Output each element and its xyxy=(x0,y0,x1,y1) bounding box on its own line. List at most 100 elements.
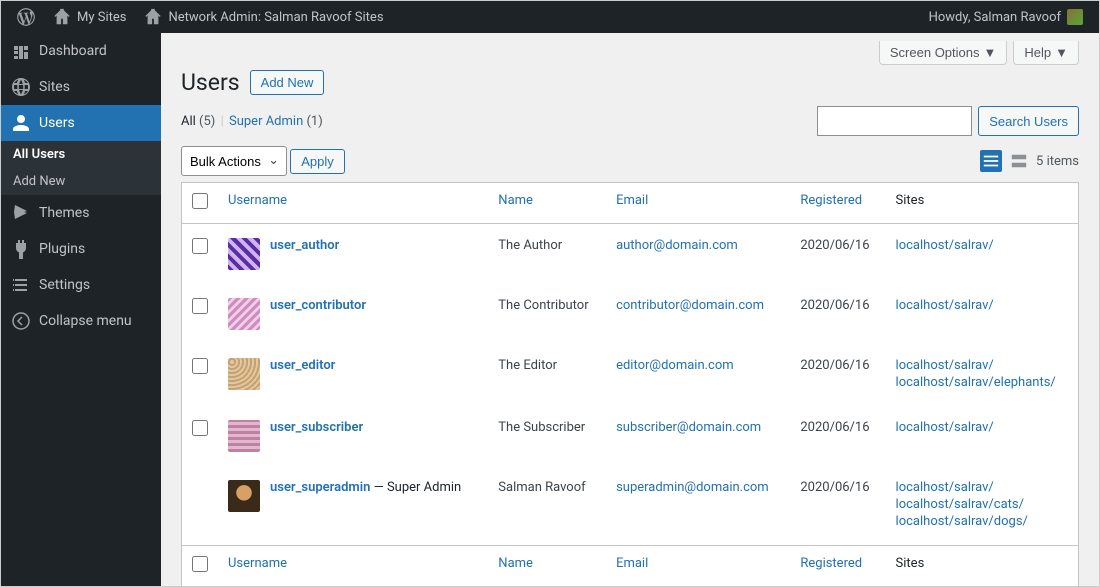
email-link[interactable]: contributor@domain.com xyxy=(616,298,764,313)
search-input[interactable] xyxy=(817,106,972,136)
col-registered[interactable]: Registered xyxy=(790,546,885,587)
username-link[interactable]: user_editor xyxy=(270,358,335,373)
site-link[interactable]: localhost/salrav/ xyxy=(896,358,994,373)
col-registered[interactable]: Registered xyxy=(790,183,885,224)
col-email[interactable]: Email xyxy=(606,183,790,224)
user-sites: localhost/salrav/ xyxy=(886,224,1079,285)
user-name: Salman Ravoof xyxy=(488,466,606,546)
col-username[interactable]: Username xyxy=(218,183,488,224)
avatar xyxy=(1067,9,1083,25)
user-registered: 2020/06/16 xyxy=(790,406,885,466)
excerpt-icon xyxy=(1010,152,1028,170)
sidebar-item-plugins[interactable]: Plugins xyxy=(1,231,161,267)
view-excerpt-button[interactable] xyxy=(1008,150,1030,172)
site-link[interactable]: localhost/salrav/ xyxy=(896,298,994,313)
help-button[interactable]: Help▼ xyxy=(1013,41,1079,65)
user-name: The Contributor xyxy=(488,284,606,344)
chevron-down-icon: ▼ xyxy=(1055,45,1068,60)
user-tag: — Super Admin xyxy=(370,480,461,495)
select-all-checkbox-bottom[interactable] xyxy=(192,556,208,572)
user-name: The Author xyxy=(488,224,606,285)
bulk-actions-select[interactable]: Bulk Actions xyxy=(181,146,287,176)
sidebar-item-label: Plugins xyxy=(39,241,85,257)
row-checkbox[interactable] xyxy=(192,238,208,254)
dashboard-icon xyxy=(11,41,31,61)
list-icon xyxy=(982,152,1000,170)
users-icon xyxy=(11,113,31,133)
collapse-icon xyxy=(11,311,31,331)
submenu-add-new[interactable]: Add New xyxy=(1,168,161,195)
user-registered: 2020/06/16 xyxy=(790,466,885,546)
col-name[interactable]: Name xyxy=(488,546,606,587)
table-row: user_editor The Editor editor@domain.com… xyxy=(182,344,1079,406)
apply-button[interactable]: Apply xyxy=(290,149,345,174)
username-link[interactable]: user_author xyxy=(270,238,339,253)
sidebar-item-sites[interactable]: Sites xyxy=(1,69,161,105)
avatar xyxy=(228,358,260,390)
row-checkbox[interactable] xyxy=(192,420,208,436)
site-link[interactable]: localhost/salrav/dogs/ xyxy=(896,514,1028,529)
site-link[interactable]: localhost/salrav/cats/ xyxy=(896,497,1024,512)
table-row: user_contributor The Contributor contrib… xyxy=(182,284,1079,344)
email-link[interactable]: author@domain.com xyxy=(616,238,738,253)
sidebar-item-users[interactable]: Users xyxy=(1,105,161,141)
username-link[interactable]: user_superadmin xyxy=(270,480,370,495)
avatar xyxy=(228,298,260,330)
wp-logo[interactable] xyxy=(9,1,43,33)
my-sites-link[interactable]: My Sites xyxy=(45,1,134,33)
user-registered: 2020/06/16 xyxy=(790,284,885,344)
username-link[interactable]: user_subscriber xyxy=(270,420,363,435)
user-registered: 2020/06/16 xyxy=(790,224,885,285)
table-row: user_author The Author author@domain.com… xyxy=(182,224,1079,285)
add-new-button[interactable]: Add New xyxy=(250,70,325,95)
site-link[interactable]: localhost/salrav/ xyxy=(896,238,994,253)
select-all-checkbox[interactable] xyxy=(192,193,208,209)
screen-options-label: Screen Options xyxy=(890,45,980,60)
howdy-link[interactable]: Howdy, Salman Ravoof xyxy=(921,1,1091,33)
user-sites: localhost/salrav/localhost/salrav/cats/l… xyxy=(886,466,1079,546)
sidebar-item-label: Dashboard xyxy=(39,43,107,59)
sidebar-collapse[interactable]: Collapse menu xyxy=(1,303,161,339)
filter-super-admin[interactable]: Super Admin (1) xyxy=(229,114,323,129)
sidebar-item-themes[interactable]: Themes xyxy=(1,195,161,231)
email-link[interactable]: superadmin@domain.com xyxy=(616,480,769,495)
sidebar-item-dashboard[interactable]: Dashboard xyxy=(1,33,161,69)
admin-sidebar: Dashboard Sites Users All Users Add New … xyxy=(1,33,161,586)
network-admin-link[interactable]: Network Admin: Salman Ravoof Sites xyxy=(136,1,391,33)
filter-links: All (5) | Super Admin (1) xyxy=(181,114,323,129)
wordpress-icon xyxy=(17,8,35,26)
main-content: Screen Options▼ Help▼ Users Add New All … xyxy=(161,33,1099,586)
view-list-button[interactable] xyxy=(980,150,1002,172)
col-username[interactable]: Username xyxy=(218,546,488,587)
row-checkbox[interactable] xyxy=(192,358,208,374)
filter-all[interactable]: All (5) xyxy=(181,114,215,129)
home-icon xyxy=(144,8,162,26)
avatar xyxy=(228,480,260,512)
submenu-all-users[interactable]: All Users xyxy=(1,141,161,168)
col-name[interactable]: Name xyxy=(488,183,606,224)
site-link[interactable]: localhost/salrav/ xyxy=(896,420,994,435)
username-link[interactable]: user_contributor xyxy=(270,298,366,313)
user-name: The Editor xyxy=(488,344,606,406)
themes-icon xyxy=(11,203,31,223)
avatar xyxy=(228,420,260,452)
user-sites: localhost/salrav/ xyxy=(886,284,1079,344)
search-users-button[interactable]: Search Users xyxy=(978,106,1079,136)
page-title: Users xyxy=(181,69,240,96)
admin-bar: My Sites Network Admin: Salman Ravoof Si… xyxy=(1,1,1099,33)
user-sites: localhost/salrav/ xyxy=(886,406,1079,466)
col-email[interactable]: Email xyxy=(606,546,790,587)
my-sites-label: My Sites xyxy=(77,10,126,25)
email-link[interactable]: subscriber@domain.com xyxy=(616,420,761,435)
table-row: user_superadmin — Super Admin Salman Rav… xyxy=(182,466,1079,546)
site-link[interactable]: localhost/salrav/ xyxy=(896,480,994,495)
home-icon xyxy=(53,8,71,26)
screen-options-button[interactable]: Screen Options▼ xyxy=(879,41,1007,65)
table-row: user_subscriber The Subscriber subscribe… xyxy=(182,406,1079,466)
row-checkbox[interactable] xyxy=(192,298,208,314)
sidebar-item-label: Settings xyxy=(39,277,90,293)
site-link[interactable]: localhost/salrav/elephants/ xyxy=(896,375,1056,390)
email-link[interactable]: editor@domain.com xyxy=(616,358,734,373)
sidebar-item-settings[interactable]: Settings xyxy=(1,267,161,303)
sidebar-item-label: Users xyxy=(39,115,75,131)
